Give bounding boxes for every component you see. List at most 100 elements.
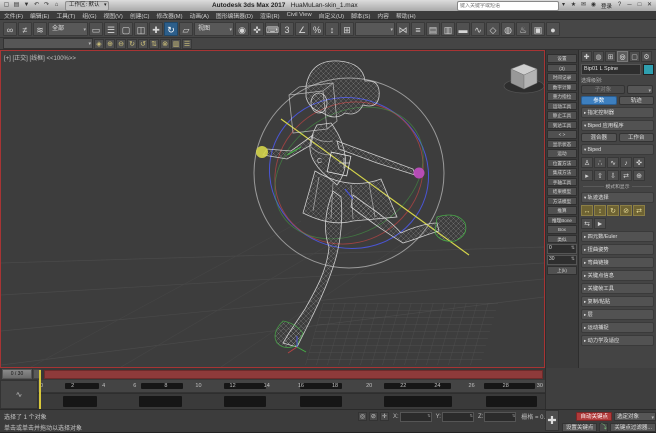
time-slider-handle[interactable]: 0 / 30: [2, 369, 32, 379]
rollout-header[interactable]: 复制/粘贴: [581, 296, 654, 307]
convert-animation-icon[interactable]: ⇄: [620, 170, 632, 181]
z-coordinate-field[interactable]: [484, 412, 516, 422]
sub-object-button[interactable]: 子对象: [581, 85, 625, 94]
tab-hierarchy[interactable]: ⊞: [605, 51, 616, 62]
render-production-icon[interactable]: ●: [546, 22, 560, 36]
perspective-viewport[interactable]: [+] [正交] [线框] <<100%>> C: [0, 50, 545, 368]
open-file-icon[interactable]: ▤: [12, 1, 21, 10]
rollout-header[interactable]: 运动捕捉: [581, 322, 654, 333]
open-mini-curve-editor-button[interactable]: ∿: [0, 380, 38, 409]
menu-item[interactable]: 创建(C): [130, 11, 150, 20]
biped-modes-icon[interactable]: ⊕: [633, 170, 645, 181]
menu-item[interactable]: 组(G): [82, 11, 96, 20]
redo-icon[interactable]: ↷: [42, 1, 51, 10]
menu-item[interactable]: 编辑(E): [30, 11, 49, 20]
selection-lock-icon[interactable]: ⊘: [369, 412, 378, 421]
select-and-manipulate-icon[interactable]: ✜: [250, 22, 264, 36]
paste-layer-icon[interactable]: ↺: [138, 39, 148, 49]
strip-button[interactable]: 集成方法: [547, 168, 577, 177]
figure-mode-icon[interactable]: ♙: [581, 157, 593, 168]
parameters-button[interactable]: 参数: [581, 96, 617, 105]
strip-button[interactable]: 位置方法: [547, 159, 577, 168]
minimize-icon[interactable]: ─: [625, 1, 634, 10]
communication-center-icon[interactable]: ✉: [579, 1, 588, 10]
select-and-scale-icon[interactable]: ▱: [179, 22, 193, 36]
default-in-out-tangents-icon[interactable]: ⤵: [599, 423, 608, 432]
bind-to-space-warp-icon[interactable]: ≋: [33, 22, 47, 36]
mixer-button[interactable]: 混合器: [581, 133, 617, 142]
edit-named-selection-sets-icon[interactable]: ⊞: [340, 22, 354, 36]
symmetrical-tracks-icon[interactable]: ⇄: [633, 205, 645, 216]
keyboard-shortcut-override-icon[interactable]: ⌨: [265, 22, 279, 36]
biped-playback-icon[interactable]: ▸: [581, 170, 593, 181]
body-rotation-icon[interactable]: ↻: [607, 205, 619, 216]
maximize-icon[interactable]: □: [635, 1, 644, 10]
track-bar-ruler[interactable]: 024681012141618202224262830: [38, 380, 545, 393]
modes-display-expander[interactable]: 模式和显示: [581, 183, 654, 190]
strip-button[interactable]: 显示状态: [547, 140, 577, 149]
rectangular-selection-region-icon[interactable]: ▢: [119, 22, 133, 36]
auto-key-button[interactable]: 自动关键点: [576, 412, 612, 421]
rollout-header[interactable]: 关键点信息: [581, 270, 654, 281]
toggle-layer-explorer-icon[interactable]: ▥: [441, 22, 455, 36]
favorites-star-icon[interactable]: ★: [569, 1, 578, 10]
close-icon[interactable]: ✕: [645, 1, 654, 10]
set-keys-large-key-button[interactable]: ✚: [545, 410, 559, 431]
help-icon[interactable]: ?: [615, 1, 624, 10]
align-icon[interactable]: ≡: [411, 22, 425, 36]
strip-spinner-field[interactable]: 0⇅: [547, 244, 577, 254]
strip-button[interactable]: 数字计算: [547, 83, 577, 92]
menu-item[interactable]: 修改器(M): [156, 11, 182, 20]
menu-item[interactable]: 帮助(H): [396, 11, 416, 20]
search-input[interactable]: [460, 3, 556, 9]
percent-snap-toggle-icon[interactable]: %: [310, 22, 324, 36]
keyframe-range[interactable]: [63, 396, 97, 407]
menu-item[interactable]: 脚本(S): [351, 11, 370, 20]
body-horizontal-icon[interactable]: ↔: [581, 205, 593, 216]
isolate-selection-icon[interactable]: ◎: [358, 412, 367, 421]
strip-apply-button[interactable]: 上(k): [547, 266, 577, 275]
viewport-label[interactable]: [+] [正交] [线框] <<100%>>: [4, 53, 76, 62]
strip-button[interactable]: 结果模型: [547, 187, 577, 196]
rollout-assign-controller[interactable]: 指定控制器: [581, 107, 654, 118]
use-pivot-point-center-icon[interactable]: ◉: [235, 22, 249, 36]
select-pelvis-icon[interactable]: ►: [594, 218, 606, 229]
angle-snap-toggle-icon[interactable]: ∠: [295, 22, 309, 36]
strip-button[interactable]: 设置: [547, 54, 577, 63]
strip-button[interactable]: 推理Bone: [547, 216, 577, 225]
strip-button[interactable]: 到达工具: [547, 121, 577, 130]
tab-create[interactable]: ✚: [581, 51, 592, 62]
track-bar-keys[interactable]: [38, 393, 545, 409]
snap-toggle-3d-icon[interactable]: 3: [280, 22, 294, 36]
tab-utilities[interactable]: ⚙: [641, 51, 652, 62]
menu-item[interactable]: 工具(T): [56, 11, 75, 20]
motion-flow-mode-icon[interactable]: ∿: [607, 157, 619, 168]
strip-button[interactable]: 静止工具: [547, 111, 577, 120]
set-key-button[interactable]: 设置关键点: [562, 423, 598, 432]
keyframe-range[interactable]: [384, 396, 452, 407]
strip-button[interactable]: 运动: [547, 149, 577, 158]
rollout-track-selection[interactable]: 轨迹选择: [581, 192, 654, 203]
unlink-selection-icon[interactable]: ≠: [18, 22, 32, 36]
tab-display[interactable]: ▢: [629, 51, 640, 62]
rollout-header[interactable]: 弯曲链接: [581, 257, 654, 268]
x-coordinate-field[interactable]: [400, 412, 432, 422]
keyframe-range[interactable]: [300, 396, 342, 407]
tab-motion[interactable]: ◎: [617, 51, 628, 62]
menu-item[interactable]: 图形编辑器(D): [216, 11, 253, 20]
toggle-scene-explorer-icon[interactable]: ▤: [426, 22, 440, 36]
sign-in-user-icon[interactable]: ◉: [589, 1, 598, 10]
window-crossing-icon[interactable]: ◫: [134, 22, 148, 36]
strip-button[interactable]: 手轴工具: [547, 178, 577, 187]
strip-button[interactable]: Box: [547, 225, 577, 234]
rollout-header[interactable]: 四元数/Euler: [581, 231, 654, 242]
current-frame-marker[interactable]: [39, 370, 41, 409]
disable-layer-icon[interactable]: ⊗: [160, 39, 170, 49]
schematic-view-icon[interactable]: ◇: [486, 22, 500, 36]
select-and-link-icon[interactable]: ∞: [3, 22, 17, 36]
keyframe-range[interactable]: [224, 396, 266, 407]
key-filters-button[interactable]: 关键点过滤器...: [610, 423, 656, 432]
select-object-icon[interactable]: ▭: [89, 22, 103, 36]
workspace-dropdown[interactable]: 工作区: 默认: [65, 1, 109, 11]
menu-item[interactable]: 视图(V): [104, 11, 123, 20]
